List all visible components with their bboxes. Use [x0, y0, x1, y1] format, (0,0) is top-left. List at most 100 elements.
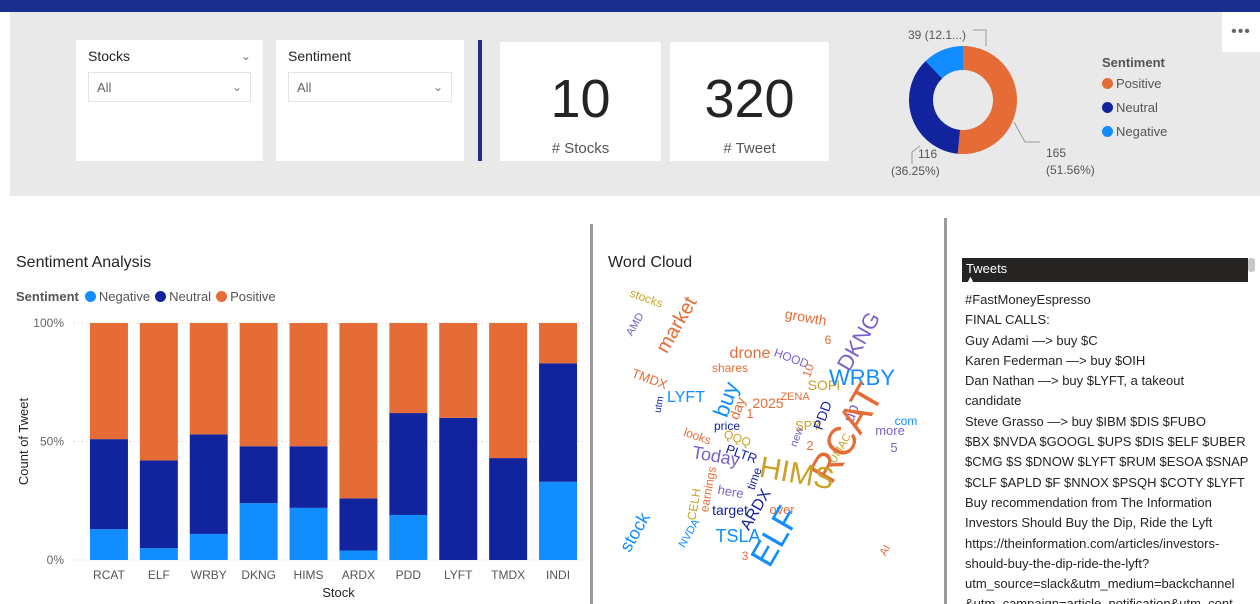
donut-label-positive-pct: (51.56%)	[1046, 163, 1095, 177]
word-cloud-word[interactable]: utm	[653, 395, 667, 413]
leader-line-negative	[973, 29, 987, 46]
positive-dot-icon	[216, 291, 228, 302]
bar-lyft-neutral[interactable]	[439, 417, 478, 560]
bar-dkng-neutral[interactable]	[239, 446, 278, 504]
bar-hims-negative[interactable]	[289, 507, 328, 560]
bar-dkng-negative[interactable]	[239, 503, 278, 560]
word-cloud-word[interactable]: growth	[784, 306, 828, 329]
bar-legend-item-negative[interactable]: Negative	[84, 289, 150, 304]
bar-pdd-neutral[interactable]	[389, 413, 428, 515]
tweets-column-header[interactable]: Tweets ▲	[962, 258, 1248, 284]
bar-ardx-negative[interactable]	[339, 550, 378, 560]
sentiment-slicer-header: Sentiment	[288, 48, 452, 64]
donut-label-neutral-pct: (36.25%)	[891, 164, 940, 178]
chevron-down-icon: ⌄	[231, 80, 242, 94]
negative-dot-icon	[84, 291, 96, 302]
stocks-dropdown[interactable]: All ⌄	[88, 72, 251, 102]
tweet-line: $CLF $APLD $F $NNOX $PSQH $COTY $LYFT	[965, 474, 1245, 490]
tweet-line: should-buy-the-dip-ride-the-lyft?	[965, 555, 1150, 571]
panel-divider-left	[590, 224, 593, 604]
sentiment-dropdown[interactable]: All ⌄	[288, 72, 452, 102]
bar-ardx-neutral[interactable]	[339, 498, 378, 551]
word-cloud-word[interactable]: 3	[742, 549, 749, 563]
y-tick-label: 50%	[40, 435, 64, 449]
tweet-count-label: # Tweet	[723, 140, 776, 157]
donut-label-positive-count: 165	[1046, 146, 1067, 160]
bar-lyft-positive[interactable]	[439, 323, 478, 418]
word-cloud-word[interactable]: 5	[890, 440, 897, 455]
stocks-slicer-header: Stocks ⌄	[88, 48, 251, 64]
bar-tmdx-positive[interactable]	[489, 323, 528, 459]
legend-label-negative: Negative	[1116, 124, 1168, 139]
donut-slice-positive[interactable]	[957, 46, 1017, 154]
x-tick-label: RCAT	[93, 568, 125, 582]
tweet-line: Karen Federman —> buy $OIH	[965, 352, 1146, 368]
stocks-slicer-title: Stocks	[88, 48, 131, 64]
bar-elf-negative[interactable]	[139, 548, 178, 560]
word-cloud-word[interactable]: stocks	[628, 286, 665, 311]
word-cloud-word[interactable]: 2025	[752, 395, 783, 411]
word-cloud-word[interactable]: drone	[730, 345, 771, 362]
word-cloud: stocksAMD market growth6drone HOOD DKNGshare…	[616, 286, 918, 573]
sentiment-analysis-title: Sentiment Analysis	[16, 254, 152, 271]
word-cloud-title: Word Cloud	[608, 254, 693, 271]
word-cloud-word[interactable]: 1	[746, 406, 753, 421]
bar-legend-title: Sentiment	[16, 289, 79, 304]
word-cloud-word[interactable]: shares	[712, 361, 748, 375]
bar-hims-positive[interactable]	[289, 323, 328, 447]
word-cloud-word[interactable]: 6	[825, 333, 832, 347]
tweet-line: &utm_campaign=article_notification&utm_c…	[965, 596, 1233, 604]
tweet-count-value: 320	[704, 69, 795, 129]
stocks-slicer[interactable]: Stocks ⌄ All ⌄	[76, 40, 263, 161]
legend-label-positive: Positive	[1116, 76, 1162, 91]
tweets-scrollbar[interactable]	[1248, 258, 1255, 272]
more-options-icon[interactable]: •••	[1222, 12, 1260, 52]
x-tick-label: WRBY	[191, 568, 227, 582]
word-cloud-word[interactable]: LYFT	[667, 389, 705, 406]
bar-elf-positive[interactable]	[139, 323, 178, 461]
bar-dkng-positive[interactable]	[239, 323, 278, 447]
bar-legend-label-neutral: Neutral	[169, 289, 212, 304]
word-cloud-word[interactable]: AI	[878, 543, 894, 558]
word-cloud-word[interactable]: TMDX	[630, 365, 670, 392]
y-axis-label: Count of Tweet	[16, 398, 31, 486]
legend-item-positive[interactable]: Positive	[1102, 76, 1167, 91]
bar-ardx-positive[interactable]	[339, 323, 378, 499]
bar-indi-negative[interactable]	[539, 481, 578, 560]
bar-elf-neutral[interactable]	[139, 460, 178, 549]
leader-line-positive	[1013, 121, 1040, 143]
bar-indi-positive[interactable]	[539, 323, 578, 364]
tweet-line: $CMG $S $DNOW $LYFT $RUM $ESOA $SNAP	[965, 454, 1249, 470]
word-cloud-word[interactable]: more	[875, 423, 905, 438]
bar-wrby-neutral[interactable]	[189, 434, 228, 534]
tweet-line: Guy Adami —> buy $C	[965, 332, 1098, 348]
word-cloud-word[interactable]: AMD	[624, 311, 647, 338]
word-cloud-word[interactable]: TSLA	[715, 526, 760, 546]
bar-hims-neutral[interactable]	[289, 446, 328, 508]
bar-wrby-positive[interactable]	[189, 323, 228, 435]
bar-rcat-negative[interactable]	[89, 529, 128, 560]
bar-wrby-negative[interactable]	[189, 533, 228, 560]
word-cloud-word[interactable]: stock	[616, 508, 655, 555]
bar-legend-item-positive[interactable]: Positive	[216, 289, 276, 304]
legend-item-neutral[interactable]: Neutral	[1102, 100, 1167, 115]
bar-pdd-negative[interactable]	[389, 514, 428, 560]
word-cloud-word[interactable]: new	[788, 425, 806, 448]
y-tick-label: 100%	[33, 316, 64, 330]
sort-ascending-icon[interactable]: ▲	[966, 274, 975, 284]
donut-slice-neutral[interactable]	[909, 61, 961, 154]
bar-rcat-positive[interactable]	[89, 323, 128, 440]
bar-tmdx-neutral[interactable]	[489, 458, 528, 560]
legend-item-negative[interactable]: Negative	[1102, 124, 1167, 139]
panel-divider-right	[944, 218, 947, 604]
bar-rcat-neutral[interactable]	[89, 439, 128, 530]
chevron-down-icon[interactable]: ⌄	[241, 49, 251, 63]
bar-indi-neutral[interactable]	[539, 363, 578, 482]
word-cloud-word[interactable]: here	[717, 482, 745, 501]
bar-legend-item-neutral[interactable]: Neutral	[155, 289, 211, 304]
bar-pdd-positive[interactable]	[389, 323, 428, 414]
word-cloud-word[interactable]: ZENA	[780, 391, 810, 403]
word-cloud-word[interactable]: NVDA	[677, 517, 703, 550]
x-axis-label: Stock	[322, 585, 355, 600]
sentiment-slicer[interactable]: Sentiment All ⌄	[276, 40, 464, 161]
